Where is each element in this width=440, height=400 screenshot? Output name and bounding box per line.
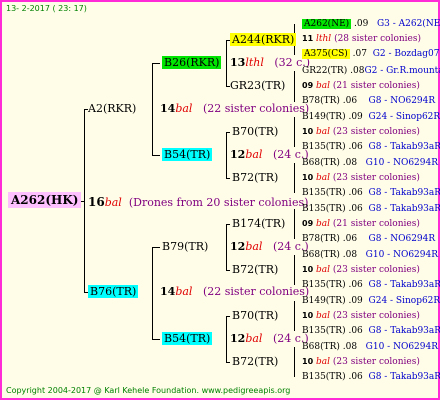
queen-b26[interactable]: B26(RKR) — [162, 56, 222, 69]
queen-b70-b[interactable]: B70(TR) — [232, 310, 278, 322]
root-queen[interactable]: A262(HK) — [8, 192, 82, 208]
g5-row-16: B68(TR) .08 G10 - NO6294R — [302, 250, 439, 260]
g5-row-6: B78(TR) .06 G8 - NO6294R — [302, 96, 436, 106]
g5-row-12: B135(TR) .06 G8 - Takab93aR — [302, 188, 440, 198]
g5-row-15: B78(TR) .06 G8 - NO6294R — [302, 234, 436, 244]
g5-row-3: A375(CS) .07 G2 - Bozdag07R — [302, 49, 440, 59]
g5-row-7: B149(TR) .09 G24 - Sinop62R — [302, 112, 440, 122]
g5-row-13: B135(TR) .06 G8 - Takab93aR — [302, 204, 440, 214]
queen-b54-a[interactable]: B54(TR) — [162, 148, 213, 161]
g5-row-23: 10 bal (23 sister colonies) — [302, 357, 420, 367]
g5-row-10: B68(TR) .08 G10 - NO6294R — [302, 158, 439, 168]
queen-a244[interactable]: A244(RKR) — [230, 33, 297, 46]
g5-row-19: B149(TR) .09 G24 - Sinop62R — [302, 296, 440, 306]
g5-row-1: A262(NE) .09 G3 - A262(NE) — [302, 19, 440, 29]
queen-gr23[interactable]: GR23(TR) — [230, 80, 285, 92]
g5-row-4: GR22(TR) .08G2 - Gr.R.mounta — [302, 66, 440, 76]
queen-b54-b[interactable]: B54(TR) — [162, 332, 213, 345]
g5-row-8: 10 bal (23 sister colonies) — [302, 127, 420, 137]
queen-b54-b-info: 12bal (24 c.) — [230, 332, 309, 345]
queen-b72-a[interactable]: B72(TR) — [232, 172, 278, 184]
g5-row-22: B68(TR) .08 G10 - NO6294R — [302, 342, 439, 352]
queen-b79[interactable]: B79(TR) — [162, 241, 208, 253]
dam-info: 14bal (22 sister colonies) — [160, 285, 310, 298]
queen-b72-c[interactable]: B72(TR) — [232, 356, 278, 368]
g5-row-14: 09 bal (21 sister colonies) — [302, 219, 420, 229]
g5-row-21: B135(TR) .06 G8 - Takab93aR — [302, 326, 440, 336]
sire-queen[interactable]: A2(RKR) — [88, 103, 136, 115]
g5-row-18: B135(TR) .06 G8 - Takab93aR — [302, 280, 440, 290]
g5-row-9: B135(TR) .06 G8 - Takab93aR — [302, 142, 440, 152]
g5-row-20: 10 bal (23 sister colonies) — [302, 311, 420, 321]
queen-b174[interactable]: B174(TR) — [232, 218, 285, 230]
g5-row-17: 10 bal (23 sister colonies) — [302, 265, 420, 275]
g5-row-11: 10 bal (23 sister colonies) — [302, 173, 420, 183]
queen-b79-info: 12bal (24 c.) — [230, 240, 309, 253]
queen-b54-a-info: 12bal (24 c.) — [230, 148, 309, 161]
pedigree-frame: 13- 2-2017 ( 23: 17) Copyright 2004-2017… — [0, 0, 440, 400]
g5-row-24: B135(TR) .06 G8 - Takab93aR — [302, 372, 440, 382]
queen-b26-info: 13lthl (32 c.) — [230, 56, 311, 69]
root-info: 16bal (Drones from 20 sister colonies) — [88, 195, 309, 209]
g5-row-5: 09 bal (21 sister colonies) — [302, 81, 420, 91]
queen-b72-b[interactable]: B72(TR) — [232, 264, 278, 276]
copyright-text: Copyright 2004-2017 @ Karl Kehele Founda… — [6, 386, 291, 395]
queen-b70-a[interactable]: B70(TR) — [232, 126, 278, 138]
sire-info: 14bal (22 sister colonies) — [160, 102, 310, 115]
dam-queen[interactable]: B76(TR) — [88, 285, 139, 298]
date-label: 13- 2-2017 ( 23: 17) — [6, 4, 87, 13]
g5-row-2: 11 lthl (28 sister colonies) — [302, 34, 421, 44]
